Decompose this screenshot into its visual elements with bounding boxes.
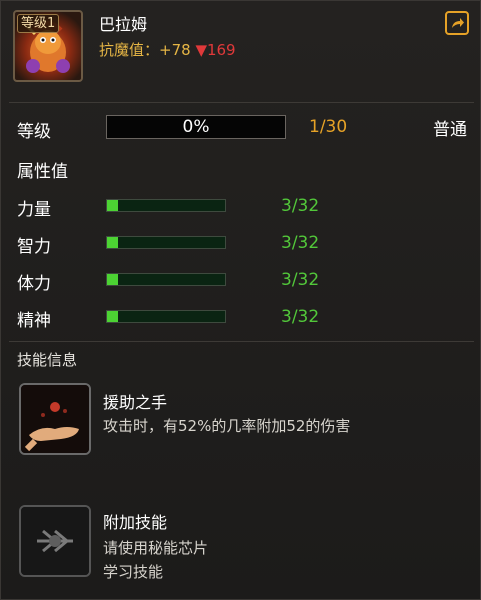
skill-name-extra: 附加技能 [103,513,168,532]
share-icon [452,18,464,28]
attr-bar-fill [107,200,119,211]
attr-value-vitality: 3/32 [281,270,320,290]
attr-value-intelligence: 3/32 [281,233,320,253]
attr-value-strength: 3/32 [281,196,320,216]
level-badge: 等级1 [17,14,60,33]
header-divider [9,102,474,103]
skill-desc-extra-line1: 请使用秘能芯片 [103,539,209,557]
attr-bar-intelligence [106,236,226,249]
attr-label-strength: 力量 [17,200,51,220]
resist-down-value: ▼169 [195,41,236,59]
pet-info-panel: 等级1 巴拉姆 抗魔值：+78 ▼169 等级 0% 1/30 普通 属性值 力… [0,0,481,600]
attr-bar-fill [107,274,119,285]
attr-label-intelligence: 智力 [17,237,51,257]
attr-label-vitality: 体力 [17,274,51,294]
attr-bar-fill [107,311,119,322]
character-name: 巴拉姆 [99,15,148,34]
character-portrait[interactable]: 等级1 [13,10,83,82]
share-button[interactable] [445,11,469,35]
attr-bar-vitality [106,273,226,286]
skill-name-helping-hand: 援助之手 [103,393,168,412]
level-progress-bar: 0% [106,115,286,139]
attributes-divider [9,341,474,342]
skill-slot-extra[interactable] [19,505,91,577]
resist-label: 抗魔值：+78 [99,41,191,59]
rarity-label: 普通 [433,120,467,140]
attr-label-spirit: 精神 [17,311,51,331]
skill-desc-extra-line2: 学习技能 [103,563,164,581]
skill-desc-helping-hand: 攻击时，有52%的几率附加52的伤害 [103,417,351,435]
attributes-title: 属性值 [17,162,68,182]
attr-bar-fill [107,237,119,248]
skill-slot-helping-hand[interactable] [19,383,91,455]
attr-value-spirit: 3/32 [281,307,320,327]
level-label: 等级 [17,122,51,142]
level-count: 1/30 [309,117,348,137]
helping-hand-icon [21,385,89,453]
resist-stat: 抗魔值：+78 ▼169 [99,39,236,60]
attr-bar-spirit [106,310,226,323]
locked-skill-icon [21,507,89,575]
attr-bar-strength [106,199,226,212]
level-progress-text: 0% [182,117,210,137]
skills-title: 技能信息 [17,351,78,369]
